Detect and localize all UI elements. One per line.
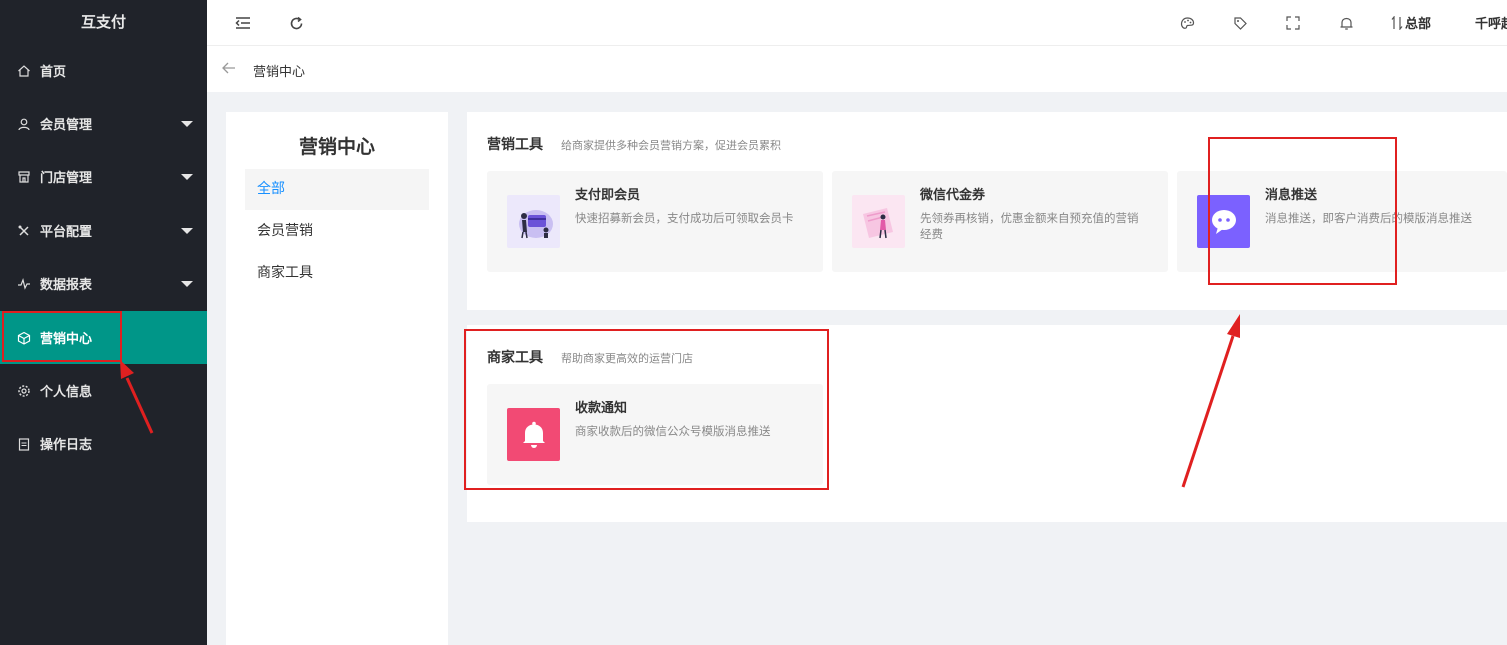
breadcrumb: 营销中心 — [207, 46, 1507, 92]
marketing-tools-section: 营销工具 给商家提供多种会员营销方案，促进会员累积 支付即会员 快速招募新会员，… — [467, 112, 1507, 310]
tool-payment-notify[interactable]: 收款通知 商家收款后的微信公众号模版消息推送 — [487, 384, 823, 485]
sidebar-item-label: 个人信息 — [40, 385, 93, 400]
tool-desc: 消息推送，即客户消费后的模版消息推送 — [1265, 211, 1472, 225]
coupon-illustration-icon — [852, 195, 905, 248]
sidebar-item-label: 操作日志 — [40, 438, 93, 453]
tools-icon — [16, 223, 32, 239]
home-icon — [16, 63, 32, 79]
tool-desc: 先领券再核销，优惠金额来自预充值的营销经费 — [920, 211, 1139, 241]
sidebar-item-label: 平台配置 — [40, 225, 93, 240]
menu-fold-icon[interactable] — [233, 13, 253, 33]
clipboard-icon — [16, 436, 32, 452]
tool-name: 微信代金券 — [920, 188, 986, 203]
tool-desc: 商家收款后的微信公众号模版消息推送 — [575, 424, 771, 438]
store-icon — [16, 169, 32, 185]
caret-down-icon — [181, 227, 193, 234]
bell-icon — [507, 408, 560, 461]
org-switcher[interactable]: 总部 — [1405, 13, 1431, 32]
sidebar-item-platform-config[interactable]: 平台配置 — [0, 204, 207, 257]
user-icon — [16, 116, 32, 132]
sidebar-item-label: 会员管理 — [40, 118, 93, 133]
section-title: 商家工具 — [487, 350, 543, 366]
caret-down-icon — [181, 280, 193, 287]
palette-icon[interactable] — [1177, 13, 1197, 33]
app-logo: 互支付 — [80, 13, 126, 31]
sidebar-item-logs[interactable]: 操作日志 — [0, 417, 207, 470]
caret-down-icon — [181, 120, 193, 127]
category-all[interactable]: 全部 — [245, 169, 429, 210]
sidebar: 互支付 首页 会员管理 门店管理 平台配置 数据报表 营销中心 个人信息 操作日… — [0, 0, 207, 645]
tool-message-push[interactable]: 消息推送 消息推送，即客户消费后的模版消息推送 — [1177, 171, 1507, 272]
chat-bubble-icon — [1197, 195, 1250, 248]
tool-wechat-coupon[interactable]: 微信代金券 先领券再核销，优惠金额来自预充值的营销经费 — [832, 171, 1168, 272]
tool-name: 支付即会员 — [575, 188, 641, 203]
tool-pay-membership[interactable]: 支付即会员 快速招募新会员，支付成功后可领取会员卡 — [487, 171, 823, 272]
cube-icon — [16, 330, 32, 346]
merchant-tools-section: 商家工具 帮助商家更高效的运营门店 收款通知 商家收款后的微信公众号模版消息推送 — [467, 325, 1507, 522]
section-title: 营销工具 — [487, 137, 543, 153]
breadcrumb-current: 营销中心 — [253, 65, 306, 80]
sidebar-item-members[interactable]: 会员管理 — [0, 97, 207, 150]
tool-name: 消息推送 — [1265, 188, 1318, 203]
refresh-icon[interactable] — [286, 13, 306, 33]
user-menu[interactable]: 千呼起 — [1475, 13, 1507, 32]
panel-title: 营销中心 — [298, 136, 375, 158]
category-panel: 营销中心 全部 会员营销 商家工具 — [226, 112, 448, 645]
tag-icon[interactable] — [1230, 13, 1250, 33]
caret-down-icon — [181, 173, 193, 180]
tool-desc: 快速招募新会员，支付成功后可领取会员卡 — [575, 211, 794, 225]
section-desc: 给商家提供多种会员营销方案，促进会员累积 — [561, 139, 781, 152]
section-desc: 帮助商家更高效的运营门店 — [561, 352, 693, 365]
bell-icon[interactable] — [1336, 13, 1356, 33]
sidebar-item-reports[interactable]: 数据报表 — [0, 257, 207, 310]
fullscreen-icon[interactable] — [1283, 13, 1303, 33]
category-merchant-tools[interactable]: 商家工具 — [245, 253, 429, 294]
sidebar-item-marketing[interactable]: 营销中心 — [0, 311, 207, 364]
pulse-icon — [16, 276, 32, 292]
sidebar-item-profile[interactable]: 个人信息 — [0, 364, 207, 417]
gear-icon — [16, 383, 32, 399]
sidebar-item-label: 首页 — [40, 65, 67, 80]
tool-name: 收款通知 — [575, 401, 628, 416]
sidebar-item-stores[interactable]: 门店管理 — [0, 150, 207, 203]
sidebar-item-home[interactable]: 首页 — [0, 44, 207, 97]
pay-membership-illustration-icon — [507, 195, 560, 248]
switch-icon[interactable] — [1390, 13, 1404, 33]
sidebar-item-label: 营销中心 — [40, 332, 93, 347]
sidebar-item-label: 数据报表 — [40, 278, 93, 293]
sidebar-item-label: 门店管理 — [40, 171, 93, 186]
back-arrow-icon[interactable] — [221, 60, 237, 76]
top-header: 总部 千呼起 — [207, 0, 1507, 46]
category-member-marketing[interactable]: 会员营销 — [245, 211, 429, 252]
